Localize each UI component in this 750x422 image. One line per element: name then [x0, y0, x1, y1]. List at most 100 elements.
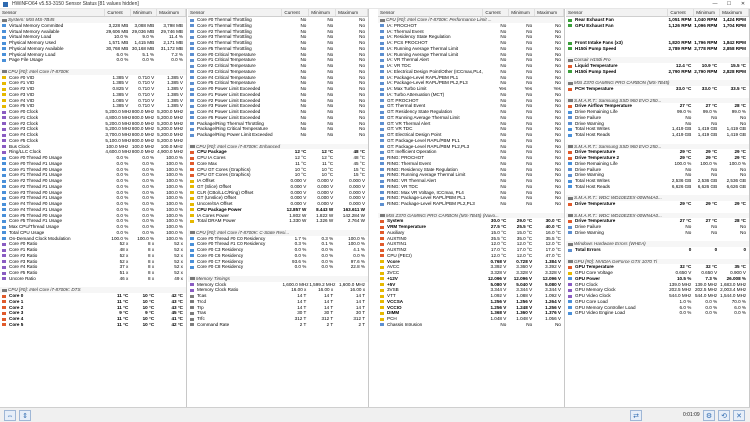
column-header-minimum[interactable]: Minimum	[694, 9, 721, 16]
sensor-row[interactable]: GPU Video Engine Load 0.0 % 0.0 % 0.0 %	[566, 310, 749, 316]
sensor-name: Total Host Reads	[566, 184, 668, 190]
minimum-value: 33.0 °C	[701, 86, 718, 91]
minimum-value: 2,790 RPM	[694, 68, 718, 74]
sensor-row[interactable]: Core 5 11 °C 10 °C 42 °C	[0, 322, 186, 328]
minimum-value: 0.0 %	[705, 310, 718, 316]
sensor-row[interactable]: Total DRAM Power 1.330 W 1.326 W 2.764 W	[188, 218, 368, 224]
minimum-value: 8 x	[148, 275, 155, 281]
sensor-name: H150i Pump Speed	[566, 46, 668, 52]
column-header-maximum[interactable]: Maximum	[720, 9, 749, 16]
column-header-current[interactable]: Current	[282, 9, 310, 16]
column-header[interactable]: Sensor Current Minimum Maximum	[188, 9, 368, 17]
maximum-value: 2 T	[358, 321, 366, 327]
sensor-row[interactable]: Package/Ring Power Limit Exceeded No No No	[188, 132, 368, 138]
close-sensors-icon[interactable]: ✕	[733, 410, 745, 421]
status-bar: ⇔ ⇕ ⇄ 0:01:09 ⚙ ⟲ ✕	[0, 407, 750, 422]
maximum-value: 0.0 %	[734, 310, 746, 316]
column-header-sensor[interactable]: Sensor	[566, 9, 669, 16]
minimum-value: 1,419 GB	[697, 132, 718, 137]
current-value: No	[685, 229, 692, 235]
current-value: 1.330 W	[289, 218, 307, 224]
sensor-panel-3[interactable]: Sensor Current Minimum Maximum CPU [#0]: Int…	[378, 9, 565, 407]
column-header-sensor[interactable]: Sensor	[378, 9, 484, 16]
minimum-value: No	[711, 229, 718, 235]
reset-icon[interactable]: ⟲	[718, 410, 730, 421]
hwinfo-app-icon	[3, 2, 8, 7]
maximum-value: No	[359, 132, 366, 137]
current-value: 33.0 °C	[675, 86, 692, 91]
column-header-current[interactable]: Current	[668, 9, 695, 16]
maximum-value: 33.5 °C	[730, 86, 746, 91]
sensor-row[interactable]: PCH Temperature 33.0 °C 33.0 °C 33.5 °C	[566, 86, 749, 92]
column-header-current[interactable]: Current	[483, 9, 510, 16]
sensor-name: GPU Video Engine Load	[566, 310, 668, 316]
collapse-icon[interactable]: ⇕	[19, 410, 31, 421]
maximum-value: 6,626 GB	[726, 183, 746, 189]
sensor-row[interactable]: H150i Pump Speed 2,789 RPM 2,778 RPM 2,858 …	[566, 46, 749, 52]
sensor-panel-2[interactable]: Sensor Current Minimum Maximum Core #0 Therm…	[188, 9, 369, 407]
current-value: 1,126 RPM	[668, 22, 692, 28]
close-button[interactable]: ✕	[736, 0, 750, 9]
sensor-row[interactable]: Core #0 C8 Residency 0.0 % 0.0 % 22.8 %	[188, 264, 368, 270]
minimum-value: 2 T	[326, 321, 334, 327]
column-header-sensor[interactable]: Sensor	[0, 9, 106, 16]
current-value: 2 T	[299, 321, 307, 327]
column-header-sensor[interactable]: Sensor	[188, 9, 283, 16]
sensor-row[interactable]: Page File Usage 0.0 % 0.0 % 0.0 %	[0, 57, 186, 63]
maximum-value: No	[555, 321, 561, 327]
sensor-panel-1[interactable]: Sensor Current Minimum Maximum System: MSI M…	[0, 9, 187, 407]
sensor-row[interactable]: RING: Package-Level RAPL/PBM PL2,PL3 No No…	[378, 201, 564, 207]
sensor-name: Core 5	[0, 322, 105, 328]
sensor-name: Uncore Ratio	[0, 276, 105, 282]
sensor-name: Total Host Reads	[566, 132, 668, 138]
minimum-value: 0.0 %	[321, 264, 334, 270]
sensor-row[interactable]: Total Errors 0 0 0	[566, 247, 749, 253]
current-value: 29 °C	[679, 201, 692, 206]
sensor-row[interactable]: Uncore Ratio 46 x 8 x 49 x	[0, 276, 186, 282]
window-titlebar: HWiNFO64 v5.53-3150 Sensor Status [81 va…	[0, 0, 750, 9]
minimum-value: 0.0 %	[142, 57, 155, 63]
sensor-row[interactable]: Drive Temperature 29 °C 29 °C 29 °C	[566, 201, 749, 207]
minimum-value: 0	[714, 247, 718, 252]
sensor-row[interactable]: Total Host Reads 1,419 GB 1,419 GB 1,419 GB	[566, 132, 749, 138]
sensor-name: GPU Exhaust Fan	[566, 23, 668, 29]
minimum-value: No	[327, 132, 334, 137]
column-header-minimum[interactable]: Minimum	[309, 9, 337, 16]
sensor-row[interactable]: GPU Exhaust Fan 1,126 RPM 1,096 RPM 1,704 R…	[566, 23, 749, 29]
maximum-value: 1,419 GB	[726, 132, 746, 137]
column-header-maximum[interactable]: Maximum	[157, 9, 186, 16]
current-value: 11 °C	[116, 321, 129, 327]
sensor-name: Total DRAM Power	[188, 218, 282, 224]
column-header[interactable]: Sensor Current Minimum Maximum	[566, 9, 749, 17]
column-header-minimum[interactable]: Minimum	[131, 9, 158, 16]
sensor-panel-4[interactable]: Sensor Current Minimum Maximum Rear Exhaust …	[566, 9, 750, 407]
maximize-button[interactable]: ☐	[722, 0, 736, 9]
maximum-value: No	[555, 201, 561, 206]
column-header-current[interactable]: Current	[105, 9, 132, 16]
column-header[interactable]: Sensor Current Minimum Maximum	[0, 9, 186, 17]
minimum-value: No	[526, 201, 533, 206]
current-value: 1,419 GB	[671, 132, 692, 137]
column-header[interactable]: Sensor Current Minimum Maximum	[378, 9, 564, 17]
current-value: 6,626 GB	[671, 183, 692, 189]
minimum-value: 1,096 RPM	[694, 22, 718, 28]
window-title: HWiNFO64 v5.53-3150 Sensor Status [81 va…	[12, 1, 139, 7]
maximum-value: 2,858 RPM	[723, 45, 746, 51]
minimize-button[interactable]: —	[708, 0, 722, 9]
sensor-row[interactable]: Total Host Reads 6,626 GB 6,626 GB 6,626 GB	[566, 184, 749, 190]
sensor-name: Page File Usage	[0, 57, 105, 63]
expand-icon[interactable]: ⇔	[4, 410, 16, 421]
column-header-maximum[interactable]: Maximum	[336, 9, 368, 16]
sensor-row[interactable]: Command Rate 2 T 2 T 2 T	[188, 322, 368, 328]
sensor-row[interactable]: Chassis Intrusion No No No	[378, 322, 564, 328]
sensor-name: Chassis Intrusion	[378, 322, 483, 328]
current-value: 2,789 RPM	[668, 45, 692, 51]
minimum-value: No	[526, 321, 533, 327]
sensor-row[interactable]: Drive Warning No No No	[566, 230, 749, 236]
column-header-minimum[interactable]: Minimum	[509, 9, 536, 16]
maximum-value: 0	[743, 247, 746, 252]
sensor-row[interactable]: H150i Pump Speed 2,790 RPM 2,790 RPM 2,828 …	[566, 69, 749, 75]
network-icon[interactable]: ⇄	[630, 410, 642, 421]
settings-icon[interactable]: ⚙	[703, 410, 715, 421]
column-header-maximum[interactable]: Maximum	[535, 9, 564, 16]
